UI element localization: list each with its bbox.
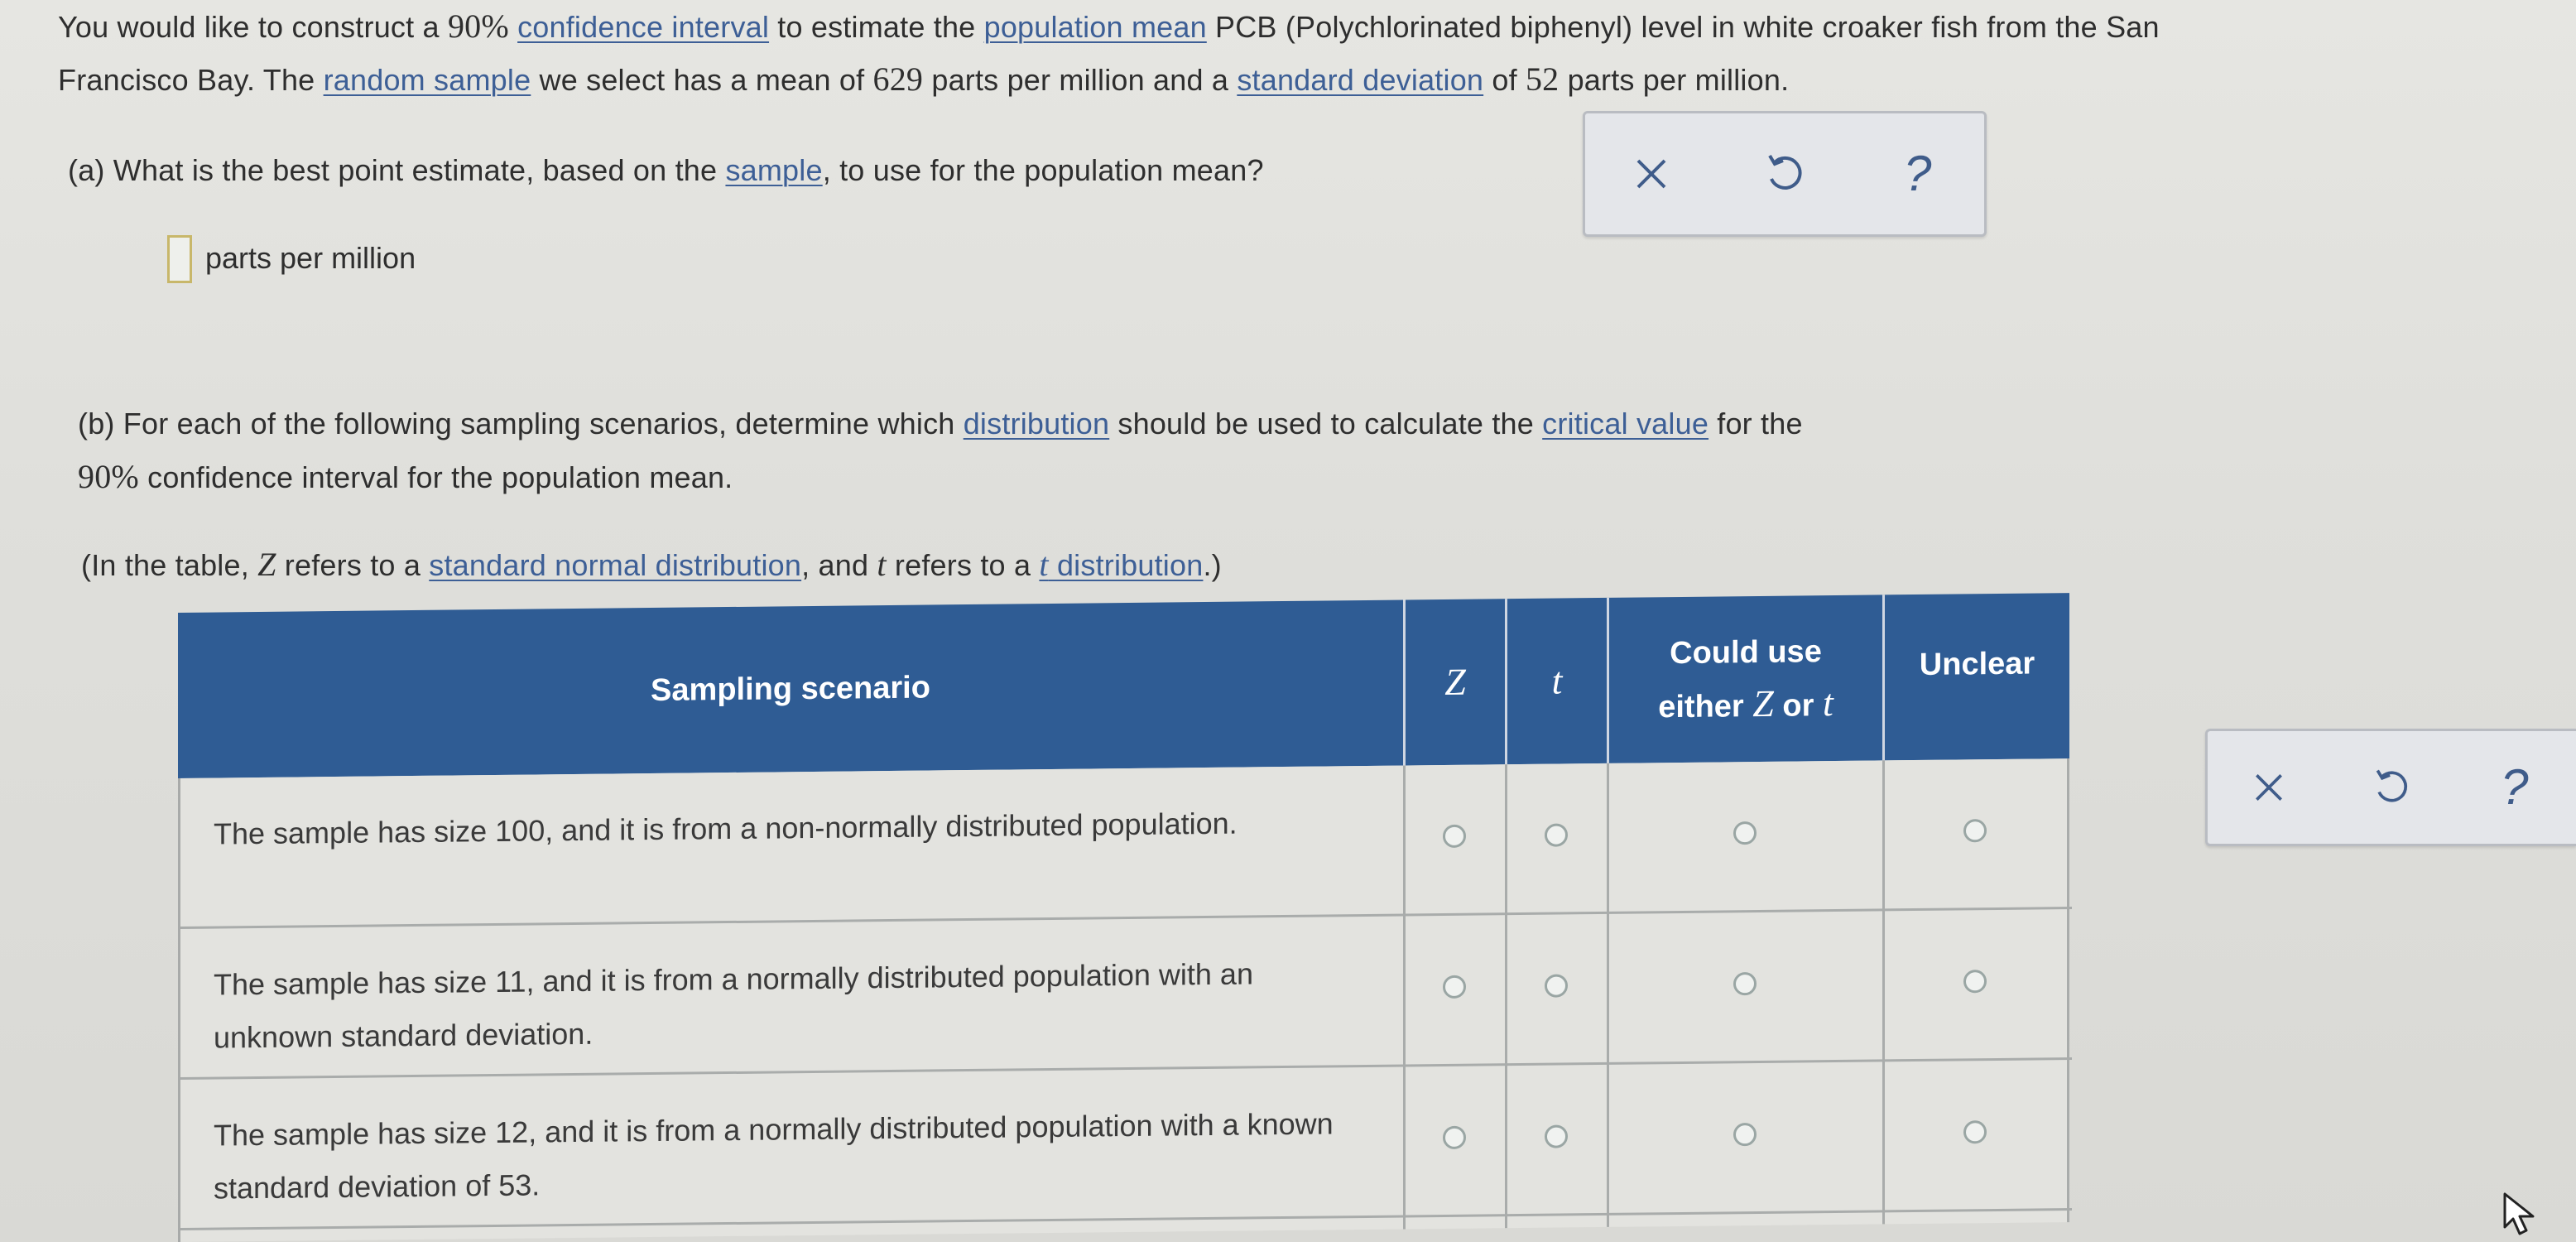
link-standard-deviation[interactable]: standard deviation — [1237, 63, 1483, 97]
close-icon — [1636, 159, 1666, 189]
part-b-toolbox: ? — [2205, 729, 2576, 846]
part-b-line-2: 90% confidence interval for the populati… — [78, 458, 733, 495]
scenario-text: The sample has size 100, and it is from … — [214, 806, 1238, 851]
radio-row1-either[interactable] — [1733, 821, 1757, 845]
link-distribution[interactable]: distribution — [964, 407, 1110, 440]
part-b-line-1: (b) For each of the following sampling s… — [78, 407, 1803, 440]
help-icon: ? — [2501, 759, 2529, 815]
header-sampling-scenario: Sampling scenario — [651, 670, 930, 709]
table-header: Sampling scenario Z t Could use either Z… — [178, 593, 2069, 778]
link-random-sample[interactable]: random sample — [324, 63, 531, 97]
radio-row3-unclear[interactable] — [1963, 1120, 1987, 1144]
link-t-distribution[interactable]: t distribution — [1039, 546, 1203, 583]
help-button[interactable]: ? — [1885, 141, 1951, 207]
radio-row2-either[interactable] — [1733, 972, 1757, 996]
radio-row3-z[interactable] — [1443, 1125, 1466, 1149]
undo-icon — [1768, 154, 1802, 190]
close-icon — [2256, 774, 2283, 801]
radio-row2-t[interactable] — [1545, 974, 1568, 998]
table-row: The sample has size 12, and it is from a… — [180, 1060, 2072, 1230]
column-divider — [1882, 760, 1885, 1225]
header-unclear: Unclear — [1919, 646, 2035, 682]
undo-button[interactable] — [2358, 754, 2425, 821]
header-z: Z — [1444, 660, 1466, 703]
table-row: The sample has size 11, and it is from a… — [180, 909, 2072, 1080]
mouse-cursor-icon — [2503, 1192, 2535, 1235]
intro-line-1: You would like to construct a 90% confid… — [58, 7, 2160, 45]
column-divider — [1607, 763, 1609, 1227]
help-button[interactable]: ? — [2482, 754, 2548, 821]
confidence-level: 90% — [447, 7, 509, 45]
radio-row2-z[interactable] — [1443, 975, 1466, 999]
radio-row3-either[interactable] — [1733, 1123, 1757, 1147]
point-estimate-input[interactable] — [167, 235, 192, 283]
part-a-question: (a) What is the best point estimate, bas… — [68, 153, 1264, 187]
table-note: (In the table, Z refers to a standard no… — [81, 546, 1222, 583]
link-standard-normal-distribution[interactable]: standard normal distribution — [429, 548, 801, 582]
help-icon: ? — [1903, 146, 1932, 201]
table-row: The sample has size 100, and it is from … — [180, 758, 2072, 929]
link-sample[interactable]: sample — [725, 153, 822, 187]
radio-row1-unclear[interactable] — [1963, 819, 1987, 843]
link-confidence-interval[interactable]: confidence interval — [517, 10, 769, 44]
sample-sd-value: 52 — [1525, 60, 1560, 98]
table-body: The sample has size 100, and it is from … — [178, 758, 2072, 1242]
column-divider — [2067, 758, 2069, 1223]
undo-icon — [2377, 769, 2408, 802]
link-critical-value[interactable]: critical value — [1542, 407, 1709, 440]
part-a-toolbox: ? — [1583, 111, 1987, 237]
clear-button[interactable] — [1618, 141, 1684, 207]
sample-mean-value: 629 — [872, 60, 924, 98]
link-population-mean[interactable]: population mean — [984, 10, 1207, 44]
column-divider — [1505, 764, 1507, 1229]
page: You would like to construct a 90% confid… — [0, 0, 2576, 1242]
column-divider — [1403, 765, 1406, 1230]
header-either: Could use either Z or t — [1658, 633, 1833, 724]
radio-row2-unclear[interactable] — [1963, 970, 1987, 994]
radio-row1-t[interactable] — [1545, 823, 1568, 847]
undo-button[interactable] — [1752, 141, 1818, 207]
clear-button[interactable] — [2236, 754, 2302, 821]
scenario-table: Sampling scenario Z t Could use either Z… — [178, 593, 2072, 1242]
radio-row1-z[interactable] — [1443, 824, 1466, 848]
header-t: t — [1551, 659, 1563, 702]
radio-row3-t[interactable] — [1545, 1124, 1568, 1148]
answer-unit-label: parts per million — [205, 241, 416, 275]
scenario-text: The sample has size 12, and it is from a… — [214, 1106, 1334, 1206]
scenario-text: The sample has size 11, and it is from a… — [214, 956, 1253, 1055]
intro-line-2: Francisco Bay. The random sample we sele… — [58, 60, 1790, 98]
